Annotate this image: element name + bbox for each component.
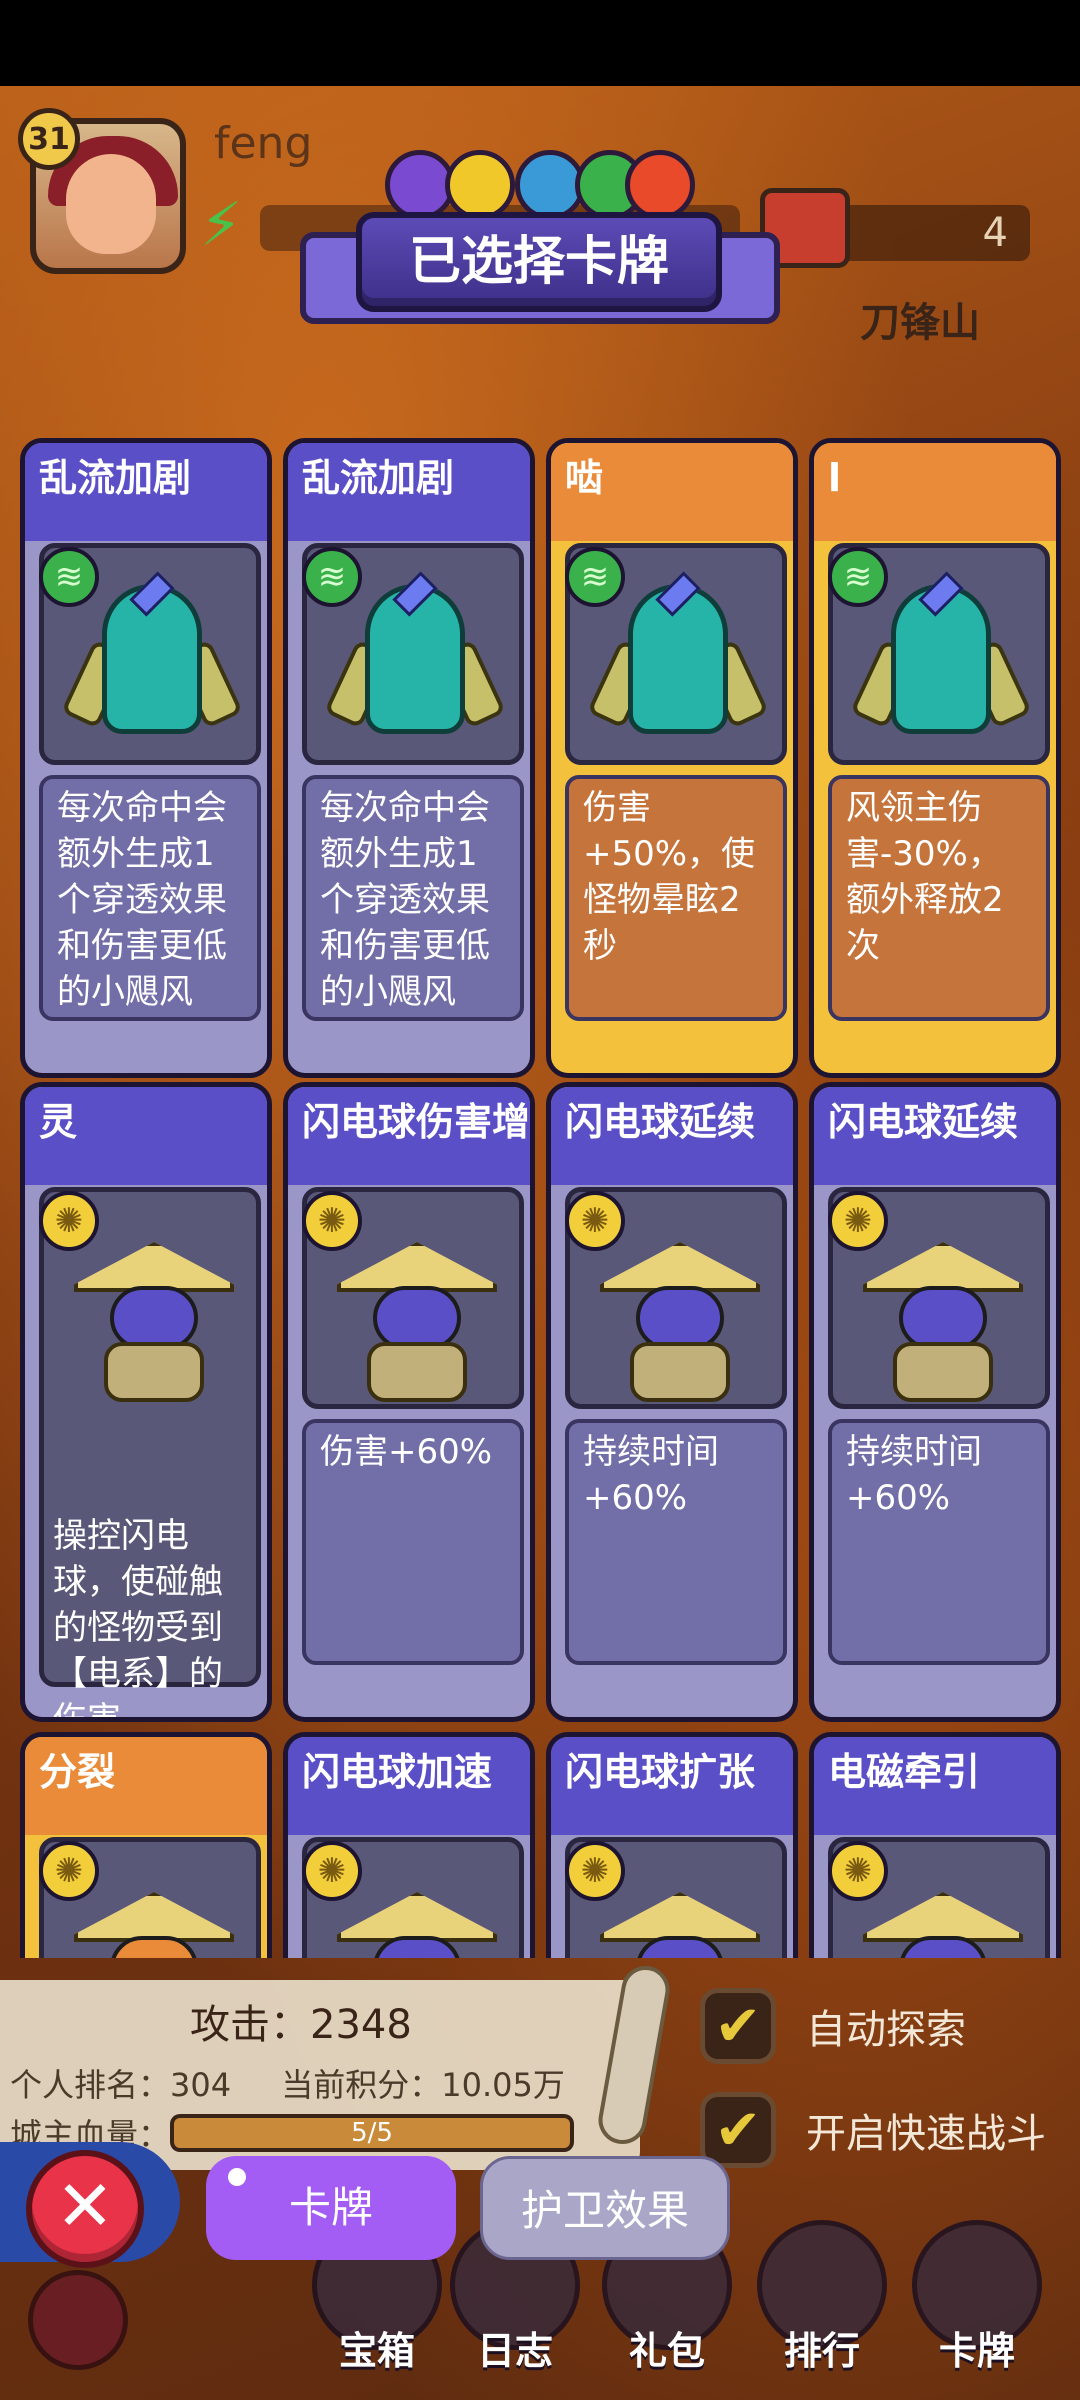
lightning-orb-icon xyxy=(445,150,515,220)
panda-monk-icon xyxy=(74,1242,234,1402)
lightning-element-icon: ✺ xyxy=(302,1191,362,1251)
close-icon-background xyxy=(28,2270,128,2370)
auto-explore-toggle[interactable]: ✔ 自动探索 xyxy=(700,1988,966,2064)
wind-lord-icon xyxy=(586,571,770,754)
nav-rank-label: 排行 xyxy=(783,2329,860,2373)
panda-monk-icon xyxy=(74,1892,234,1958)
selected-cards-grid[interactable]: 乱流加剧 ≋ 每次命中会额外生成1个穿透效果和伤害更低的小飓风 乱流加剧 ≋ 每次命中会额… xyxy=(0,430,1080,1958)
lightning-element-icon: ✺ xyxy=(302,1841,362,1901)
nav-log-label: 日志 xyxy=(476,2329,553,2373)
tab-guard-label: 护卫效果 xyxy=(520,2186,689,2235)
avatar-face xyxy=(66,154,156,254)
card-title: 闪电球扩张 xyxy=(551,1737,793,1835)
panda-monk-icon xyxy=(337,1892,497,1958)
panel-title: 已选择卡牌 xyxy=(356,212,722,312)
card-title: 闪电球伤害增 xyxy=(288,1087,530,1185)
panda-monk-icon xyxy=(600,1242,760,1402)
card-title: 电磁牵引 xyxy=(814,1737,1056,1835)
card-description: 每次命中会额外生成1个穿透效果和伤害更低的小飓风 xyxy=(39,775,261,1021)
wind-element-icon: ≋ xyxy=(565,547,625,607)
card-description: 持续时间+60% xyxy=(828,1419,1050,1665)
wind-element-icon: ≋ xyxy=(828,547,888,607)
card[interactable]: 闪电球伤害增 ✺ 伤害+60% xyxy=(283,1082,535,1722)
card-title: 灵 xyxy=(25,1087,267,1185)
level-badge: 31 xyxy=(18,108,80,170)
card-title: 分裂 xyxy=(25,1737,267,1835)
lightning-element-icon: ✺ xyxy=(828,1191,888,1251)
status-bar xyxy=(0,0,1080,86)
card[interactable]: l ≋ 风领主伤害-30%，额外释放2次 xyxy=(809,438,1061,1078)
wind-element-icon: ≋ xyxy=(302,547,362,607)
personal-rank: 个人排名：304 xyxy=(10,2066,232,2104)
auto-explore-label: 自动探索 xyxy=(806,2007,966,2053)
lightning-element-icon: ✺ xyxy=(39,1191,99,1251)
card-description: 持续时间+60% xyxy=(565,1419,787,1665)
card-description: 每次命中会额外生成1个穿透效果和伤害更低的小飓风 xyxy=(302,775,524,1021)
card-title: 乱流加剧 xyxy=(288,443,530,541)
card[interactable]: 闪电球延续 ✺ 持续时间+60% xyxy=(546,1082,798,1722)
wind-lord-icon xyxy=(849,571,1033,754)
resource-counter: 4 xyxy=(820,205,1030,261)
tab-cards[interactable]: 卡牌 xyxy=(206,2156,456,2260)
card[interactable]: 灵 ✺ 操控闪电球，使碰触的怪物受到【电系】的伤害 xyxy=(20,1082,272,1722)
close-button[interactable]: ✕ xyxy=(26,2150,144,2268)
wind-element-icon: ≋ xyxy=(39,547,99,607)
card-title: 啮 xyxy=(551,443,793,541)
nav-rank[interactable]: 排行 xyxy=(757,2220,887,2380)
card-title: 闪电球延续 xyxy=(551,1087,793,1185)
card-title: 闪电球加速 xyxy=(288,1737,530,1835)
card-description: 伤害+60% xyxy=(302,1419,524,1665)
nav-cards-label: 卡牌 xyxy=(938,2329,1015,2373)
tab-cards-label: 卡牌 xyxy=(288,2183,373,2232)
lightning-element-icon: ✺ xyxy=(828,1841,888,1901)
auto-explore-checkbox[interactable]: ✔ xyxy=(700,1988,776,2064)
close-icon: ✕ xyxy=(55,2165,115,2247)
rank-row: 个人排名：304 当前积分：10.05万 xyxy=(10,2060,605,2106)
current-score: 当前积分：10.05万 xyxy=(281,2066,565,2104)
card[interactable]: 乱流加剧 ≋ 每次命中会额外生成1个穿透效果和伤害更低的小飓风 xyxy=(20,438,272,1078)
energy-plus-icon[interactable]: ⚡ xyxy=(200,190,242,260)
card[interactable]: 啮 ≋ 伤害+50%，使怪物晕眩2秒 xyxy=(546,438,798,1078)
hp-value: 5/5 xyxy=(174,2118,570,2148)
wind-lord-icon xyxy=(60,571,244,754)
fast-battle-checkbox[interactable]: ✔ xyxy=(700,2092,776,2168)
wind-lord-icon xyxy=(323,571,507,754)
tab-guard-effects[interactable]: 护卫效果 xyxy=(480,2156,730,2260)
fire-orb-icon xyxy=(625,150,695,220)
location-name: 刀锋山 xyxy=(860,300,980,346)
lightning-element-icon: ✺ xyxy=(39,1841,99,1901)
fast-battle-toggle[interactable]: ✔ 开启快速战斗 xyxy=(700,2092,1046,2168)
panda-monk-icon xyxy=(863,1892,1023,1958)
nav-cards[interactable]: 卡牌 xyxy=(912,2220,1042,2380)
attack-stat: 攻击：2348 xyxy=(190,2002,412,2048)
card-title: 乱流加剧 xyxy=(25,443,267,541)
card-description: 风领主伤害-30%，额外释放2次 xyxy=(828,775,1050,1021)
fast-battle-label: 开启快速战斗 xyxy=(806,2111,1046,2157)
panda-monk-icon xyxy=(600,1892,760,1958)
card[interactable]: 闪电球扩张 ✺ xyxy=(546,1732,798,1958)
card-title: l xyxy=(814,443,1056,541)
card[interactable]: 电磁牵引 ✺ xyxy=(809,1732,1061,1958)
panda-monk-icon xyxy=(337,1242,497,1402)
card[interactable]: 闪电球加速 ✺ xyxy=(283,1732,535,1958)
card-description: 操控闪电球，使碰触的怪物受到【电系】的伤害 xyxy=(53,1516,223,1722)
card[interactable]: 乱流加剧 ≋ 每次命中会额外生成1个穿透效果和伤害更低的小飓风 xyxy=(283,438,535,1078)
nav-chest-label: 宝箱 xyxy=(338,2329,415,2373)
hp-bar: 5/5 xyxy=(170,2114,574,2152)
nav-gift-label: 礼包 xyxy=(628,2329,705,2373)
notification-dot xyxy=(228,2168,246,2186)
card-title: 闪电球延续 xyxy=(814,1087,1056,1185)
lightning-element-icon: ✺ xyxy=(565,1841,625,1901)
username: feng xyxy=(214,118,313,169)
panda-monk-icon xyxy=(863,1242,1023,1402)
card[interactable]: 分裂 ✺ xyxy=(20,1732,272,1958)
card[interactable]: 闪电球延续 ✺ 持续时间+60% xyxy=(809,1082,1061,1722)
card-description: 伤害+50%，使怪物晕眩2秒 xyxy=(565,775,787,1021)
lightning-element-icon: ✺ xyxy=(565,1191,625,1251)
